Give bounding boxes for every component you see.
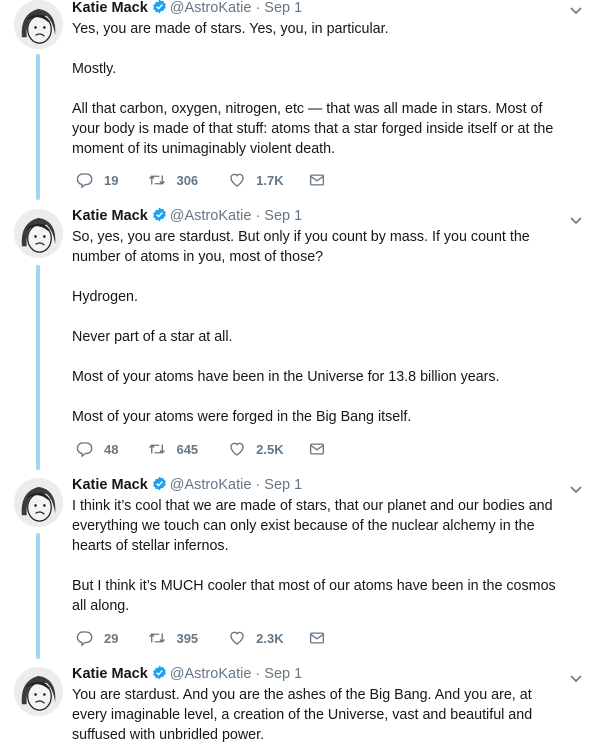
author-name[interactable]: Katie Mack bbox=[72, 666, 148, 682]
like-button[interactable]: 2.5K bbox=[228, 440, 284, 458]
envelope-icon bbox=[309, 632, 324, 644]
tweet-paragraph: All that carbon, oxygen, nitrogen, etc —… bbox=[72, 101, 554, 157]
verified-badge-icon bbox=[152, 665, 167, 680]
author-handle[interactable]: @AstroKatie bbox=[170, 0, 252, 16]
reply-button[interactable]: 29 bbox=[76, 629, 118, 647]
separator-dot: · bbox=[255, 208, 261, 224]
separator-dot: · bbox=[255, 666, 261, 682]
tweet-date[interactable]: Sep 1 bbox=[264, 477, 302, 493]
author-name[interactable]: Katie Mack bbox=[72, 208, 148, 224]
retweet-icon bbox=[149, 175, 166, 185]
reply-button[interactable]: 48 bbox=[76, 440, 118, 458]
retweet-button[interactable]: 306 bbox=[148, 171, 198, 189]
verified-badge-icon bbox=[152, 0, 167, 14]
tweet-paragraph: So, yes, you are stardust. But only if y… bbox=[72, 229, 530, 265]
verified-badge-icon bbox=[152, 476, 167, 491]
thread-line-2 bbox=[36, 265, 40, 470]
reply-icon bbox=[76, 442, 93, 458]
tweet-text: Yes, you are made of stars. Yes, you, in… bbox=[72, 19, 570, 159]
tweet-paragraph: Mostly. bbox=[72, 61, 117, 77]
author-handle[interactable]: @AstroKatie bbox=[170, 666, 252, 682]
tweet-paragraph: But I think it’s MUCH cooler that most o… bbox=[72, 578, 556, 614]
envelope-icon bbox=[309, 174, 324, 186]
envelope-icon bbox=[309, 443, 324, 455]
like-count: 2.5K bbox=[256, 441, 284, 457]
tweet-paragraph: You are stardust. And you are the ashes … bbox=[72, 687, 533, 743]
avatar[interactable] bbox=[14, 0, 63, 49]
thread-line-3 bbox=[36, 533, 40, 659]
retweet-button[interactable]: 645 bbox=[148, 440, 198, 458]
author-name[interactable]: Katie Mack bbox=[72, 477, 148, 493]
heart-icon bbox=[230, 173, 244, 187]
retweet-count: 645 bbox=[176, 441, 199, 457]
reply-count: 29 bbox=[104, 630, 119, 646]
heart-icon bbox=[230, 442, 244, 456]
separator-dot: · bbox=[255, 0, 261, 16]
chevron-down-icon[interactable] bbox=[568, 670, 584, 686]
like-button[interactable]: 1.7K bbox=[228, 171, 284, 189]
retweet-icon bbox=[149, 633, 166, 643]
tweet-actions: 48 645 2.5K bbox=[76, 438, 366, 460]
reply-button[interactable]: 19 bbox=[76, 171, 118, 189]
tweet-text: You are stardust. And you are the ashes … bbox=[72, 685, 570, 745]
direct-message-button[interactable] bbox=[308, 440, 336, 458]
tweet-text: So, yes, you are stardust. But only if y… bbox=[72, 227, 570, 427]
tweet-paragraph: I think it’s cool that we are made of st… bbox=[72, 498, 553, 554]
avatar[interactable] bbox=[14, 209, 63, 258]
retweet-count: 395 bbox=[176, 630, 199, 646]
tweet-date[interactable]: Sep 1 bbox=[264, 666, 302, 682]
tweet-text: I think it’s cool that we are made of st… bbox=[72, 496, 570, 616]
separator-dot: · bbox=[255, 477, 261, 493]
tweet-paragraph: Yes, you are made of stars. Yes, you, in… bbox=[72, 21, 389, 37]
tweet-paragraph: Most of your atoms have been in the Univ… bbox=[72, 369, 500, 385]
reply-count: 19 bbox=[104, 172, 119, 188]
tweet-actions: 29 395 2.3K bbox=[76, 627, 366, 649]
heart-icon bbox=[230, 631, 244, 645]
direct-message-button[interactable] bbox=[308, 629, 336, 647]
avatar[interactable] bbox=[14, 478, 63, 527]
reply-icon bbox=[76, 631, 93, 647]
tweet-date[interactable]: Sep 1 bbox=[264, 0, 302, 16]
chevron-down-icon[interactable] bbox=[568, 481, 584, 497]
tweet-actions: 19 306 1.7K bbox=[76, 169, 366, 191]
retweet-count: 306 bbox=[176, 172, 199, 188]
author-name[interactable]: Katie Mack bbox=[72, 0, 148, 16]
reply-count: 48 bbox=[104, 441, 119, 457]
retweet-icon bbox=[149, 444, 166, 454]
direct-message-button[interactable] bbox=[308, 171, 336, 189]
tweet-date[interactable]: Sep 1 bbox=[264, 208, 302, 224]
like-count: 2.3K bbox=[256, 630, 284, 646]
tweet-paragraph: Never part of a star at all. bbox=[72, 329, 233, 345]
tweet-paragraph: Most of your atoms were forged in the Bi… bbox=[72, 409, 412, 425]
verified-badge-icon bbox=[152, 207, 167, 222]
author-handle[interactable]: @AstroKatie bbox=[170, 208, 252, 224]
reply-icon bbox=[76, 173, 93, 189]
avatar[interactable] bbox=[14, 667, 63, 716]
thread-line-1 bbox=[36, 54, 40, 200]
like-button[interactable]: 2.3K bbox=[228, 629, 284, 647]
retweet-button[interactable]: 395 bbox=[148, 629, 198, 647]
author-handle[interactable]: @AstroKatie bbox=[170, 477, 252, 493]
chevron-down-icon[interactable] bbox=[568, 2, 584, 18]
tweet-paragraph: Hydrogen. bbox=[72, 289, 138, 305]
chevron-down-icon[interactable] bbox=[568, 212, 584, 228]
like-count: 1.7K bbox=[256, 172, 284, 188]
